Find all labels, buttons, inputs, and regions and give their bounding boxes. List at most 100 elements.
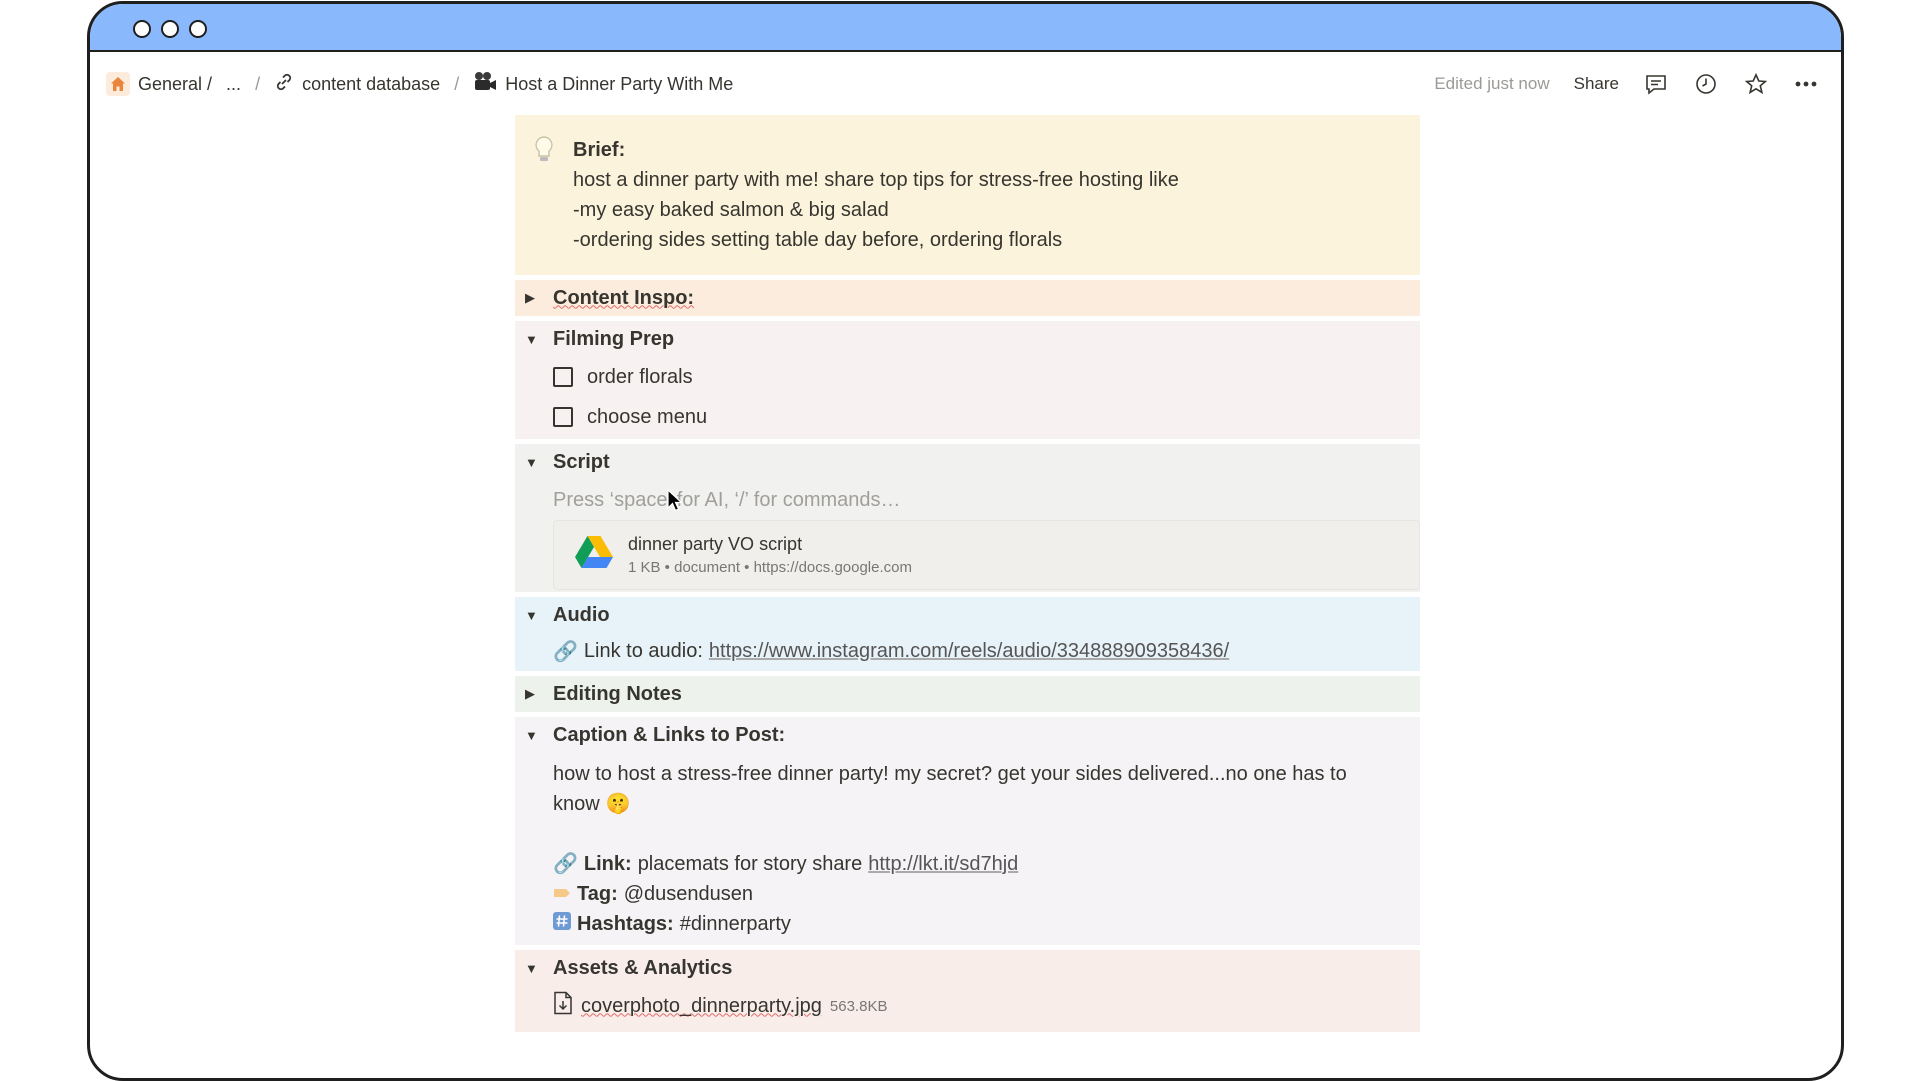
toggle-header[interactable]: ▶ Content Inspo:: [515, 280, 1420, 316]
toggle-editing-notes: ▶ Editing Notes: [515, 676, 1420, 712]
tag-label: Tag:: [577, 883, 618, 905]
toggle-header[interactable]: ▼ Filming Prep: [515, 321, 1420, 357]
caret-down-icon[interactable]: ▼: [525, 455, 553, 470]
tag-value: @dusendusen: [623, 883, 754, 905]
page-topbar: General / ... / content database / Host …: [90, 54, 1841, 114]
caption-text-end: know 🤫: [553, 789, 1420, 819]
hashtags-label: Hashtags:: [577, 913, 674, 935]
toggle-header[interactable]: ▼ Assets & Analytics: [515, 950, 1420, 986]
tag-label-icon: [553, 879, 571, 909]
toggle-header[interactable]: ▼ Audio: [515, 597, 1420, 633]
link-label: Link:: [583, 853, 632, 875]
caption-tag-line: Tag: @dusendusen: [553, 879, 1420, 909]
caret-right-icon[interactable]: ▶: [525, 686, 553, 702]
audio-link-line: 🔗 Link to audio: https://www.instagram.c…: [515, 633, 1420, 669]
toggle-body: order florals choose menu: [515, 357, 1420, 437]
hashtags-value: #dinnerparty: [679, 913, 791, 935]
toggle-title: Script: [553, 450, 610, 473]
toggle-header[interactable]: ▼ Caption & Links to Post:: [515, 717, 1420, 753]
breadcrumb-ellipsis[interactable]: ...: [222, 72, 245, 97]
movie-camera-icon: [473, 71, 497, 98]
toggle-title: Editing Notes: [553, 682, 682, 705]
link-icon: [274, 72, 294, 97]
shushing-face-icon: 🤫: [605, 793, 631, 815]
todo-label[interactable]: choose menu: [587, 406, 707, 429]
embed-meta: 1 KB • document • https://docs.google.co…: [628, 559, 912, 576]
breadcrumb-page-label: Host a Dinner Party With Me: [505, 73, 734, 94]
toggle-script: ▼ Script Press ‘space’ for AI, ‘/’ for c…: [515, 444, 1420, 592]
caption-text: know: [553, 793, 600, 815]
lightbulb-icon: [533, 135, 555, 174]
audio-link-label: Link to audio:: [583, 639, 703, 662]
todo-checkbox[interactable]: [553, 367, 573, 387]
minimize-window-button[interactable]: [161, 20, 179, 38]
google-drive-icon: [574, 534, 614, 576]
caret-down-icon[interactable]: ▼: [525, 608, 553, 623]
file-size: 563.8KB: [829, 997, 888, 1015]
embed-title: dinner party VO script: [628, 534, 803, 554]
star-icon[interactable]: [1743, 71, 1769, 97]
toggle-assets-analytics: ▼ Assets & Analytics coverphoto_dinnerpa…: [515, 950, 1420, 1032]
google-drive-embed[interactable]: dinner party VO script 1 KB • document •…: [553, 520, 1420, 590]
link-description: placemats for story share: [637, 853, 863, 875]
mouse-cursor-icon: [667, 488, 684, 518]
brief-line: host a dinner party with me! share top t…: [573, 169, 1179, 191]
breadcrumb-page[interactable]: Host a Dinner Party With Me: [469, 69, 737, 100]
todo-label[interactable]: order florals: [587, 366, 693, 389]
breadcrumb-separator: /: [255, 73, 261, 94]
link-url[interactable]: http://lkt.it/sd7hjd: [868, 849, 1018, 879]
caption-hashtags-line: Hashtags: #dinnerparty: [553, 909, 1420, 939]
page-actions: Edited just now Share: [1434, 54, 1819, 114]
file-icon: [553, 991, 573, 1021]
caption-link-line: 🔗 Link: placemats for story share http:/…: [553, 849, 1420, 879]
todo-checkbox[interactable]: [553, 407, 573, 427]
brief-line: -ordering sides setting table day before…: [573, 229, 1063, 251]
caret-down-icon[interactable]: ▼: [525, 332, 553, 347]
breadcrumb: General / ... / content database / Host …: [102, 54, 737, 114]
toggle-caption-links: ▼ Caption & Links to Post: how to host a…: [515, 717, 1420, 945]
caret-right-icon[interactable]: ▶: [525, 290, 553, 306]
toggle-audio: ▼ Audio 🔗 Link to audio: https://www.ins…: [515, 597, 1420, 671]
app-window: General / ... / content database / Host …: [87, 1, 1844, 1081]
title-bar: [90, 4, 1841, 52]
todo-item: order florals: [553, 357, 1420, 397]
brief-line: -my easy baked salmon & big salad: [573, 199, 889, 221]
toggle-title: Filming Prep: [553, 327, 675, 350]
caret-down-icon[interactable]: ▼: [525, 728, 553, 743]
toggle-header[interactable]: ▶ Editing Notes: [515, 676, 1420, 712]
file-attachment[interactable]: coverphoto_dinnerparty.jpg 563.8KB: [515, 986, 1420, 1026]
link-emoji-icon: 🔗: [553, 640, 578, 663]
zoom-window-button[interactable]: [189, 20, 207, 38]
breadcrumb-database[interactable]: content database: [270, 70, 444, 99]
toggle-header[interactable]: ▼ Script: [515, 444, 1420, 480]
caret-down-icon[interactable]: ▼: [525, 961, 553, 976]
edited-status: Edited just now: [1434, 74, 1550, 93]
clock-icon[interactable]: [1693, 71, 1719, 97]
link-emoji-icon: 🔗: [553, 853, 578, 875]
audio-url-link[interactable]: https://www.instagram.com/reels/audio/33…: [709, 640, 1229, 663]
breadcrumb-general-label: General /: [138, 73, 213, 94]
brief-label: Brief:: [573, 139, 626, 161]
comment-icon[interactable]: [1643, 71, 1669, 97]
breadcrumb-database-label: content database: [302, 73, 441, 94]
toggle-title: Assets & Analytics: [553, 956, 733, 979]
brief-callout[interactable]: Brief: host a dinner party with me! shar…: [515, 115, 1420, 275]
toggle-content-inspo: ▶ Content Inspo:: [515, 280, 1420, 316]
todo-item: choose menu: [553, 397, 1420, 437]
caption-text: how to host a stress-free dinner party! …: [553, 763, 1347, 785]
hash-symbol-icon: [553, 909, 571, 939]
close-window-button[interactable]: [133, 20, 151, 38]
page-content: Brief: host a dinner party with me! shar…: [515, 115, 1420, 1032]
toggle-title: Content Inspo:: [553, 286, 695, 309]
toggle-title: Audio: [553, 603, 610, 626]
breadcrumb-general[interactable]: General /: [102, 70, 216, 98]
toggle-title: Caption & Links to Post:: [553, 723, 786, 746]
breadcrumb-separator: /: [454, 73, 460, 94]
file-name[interactable]: coverphoto_dinnerparty.jpg: [581, 995, 822, 1018]
home-icon: [106, 72, 130, 96]
more-icon[interactable]: [1793, 71, 1819, 97]
empty-block-placeholder[interactable]: Press ‘space’ for AI, ‘/’ for commands…: [515, 480, 1420, 520]
caption-body[interactable]: how to host a stress-free dinner party! …: [515, 753, 1420, 939]
share-button[interactable]: Share: [1574, 74, 1619, 94]
